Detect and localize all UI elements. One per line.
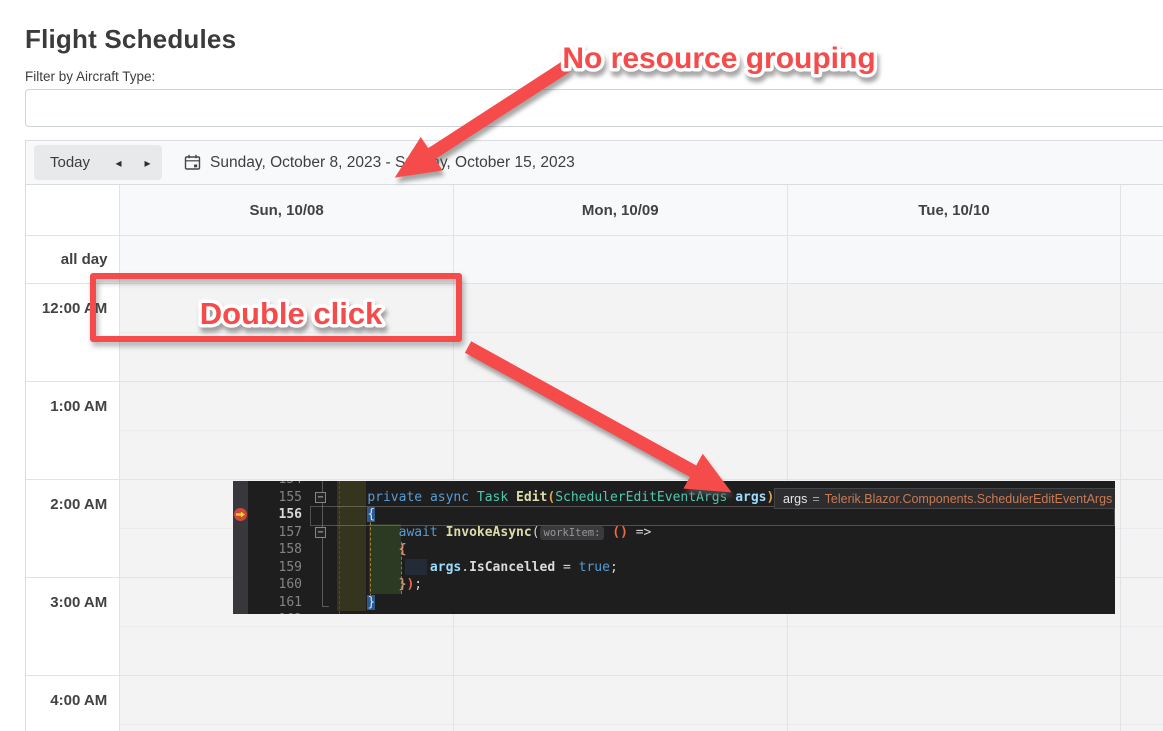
filter-label: Filter by Aircraft Type: <box>25 69 156 84</box>
page: { "page": { "title": "Flight Schedules" … <box>0 0 1163 731</box>
line-number: 159 <box>278 559 302 575</box>
scheduler-cell[interactable] <box>452 382 787 479</box>
code-text: { <box>398 542 407 557</box>
code-line: 157 − await InvokeAsync(workItem: () => <box>233 524 1115 542</box>
day-header-sun: Sun, 10/08 <box>119 185 453 235</box>
code-editor-screenshot: 154155 − private async Task Edit(Schedule… <box>233 481 1115 614</box>
scheduler-toolbar: Today ◂ ▸ Sunday, October 8, 2023 - Sund… <box>26 141 1163 185</box>
hour-row: 1:00 AM <box>26 381 1163 479</box>
debug-data-tooltip: args = Telerik.Blazor.Components.Scheduler… <box>774 488 1115 509</box>
code-line: 158 { <box>233 541 1115 559</box>
navigation-button-group: Today ◂ ▸ <box>34 145 163 180</box>
annotation-rectangle <box>90 273 462 342</box>
code-line: 162 <box>233 611 1115 614</box>
tooltip-variable: args <box>783 491 808 506</box>
scheduler-header-row: Sun, 10/08 Mon, 10/09 Tue, 10/10 <box>26 185 1163 236</box>
tooltip-operator: = <box>812 491 820 506</box>
collapse-icon: − <box>315 491 326 503</box>
line-number: 162 <box>248 611 302 614</box>
code-text: private async Task Edit(SchedulerEditEve… <box>367 489 775 505</box>
scheduler-cell[interactable] <box>119 676 453 731</box>
breakpoint-current-statement-icon <box>233 507 248 527</box>
scheduler-cell[interactable] <box>786 284 1121 381</box>
code-line: 159 args.IsCancelled = true; <box>233 559 1115 577</box>
line-number: 160 <box>278 577 302 592</box>
breakpoint-gutter <box>233 481 248 614</box>
collapse-icon: − <box>315 526 326 538</box>
code-text: args.IsCancelled = true; <box>429 559 618 575</box>
day-header-tue: Tue, 10/10 <box>786 185 1121 235</box>
chevron-left-icon: ◂ <box>115 155 122 170</box>
scheduler-cell[interactable] <box>1120 480 1163 577</box>
time-label: 1:00 AM <box>50 398 108 415</box>
page-title: Flight Schedules <box>25 24 237 54</box>
next-button[interactable]: ▸ <box>133 145 162 180</box>
code-text: }); <box>398 577 423 592</box>
scheduler-cell[interactable] <box>786 676 1121 731</box>
scheduler-cell[interactable] <box>786 236 1121 283</box>
scheduler-cell[interactable] <box>786 382 1121 479</box>
scheduler-cell[interactable] <box>1120 578 1163 675</box>
line-number: 157 <box>278 524 302 540</box>
time-label: 2:00 AM <box>50 496 108 513</box>
code-line: 161 } <box>233 594 1115 612</box>
line-number: 161 <box>278 594 302 610</box>
today-button[interactable]: Today <box>34 154 104 171</box>
code-text: { <box>367 507 376 522</box>
scheduler-cell[interactable] <box>1120 382 1163 479</box>
scheduler-cell[interactable] <box>453 236 787 283</box>
scheduler-cell[interactable] <box>1120 236 1163 283</box>
chevron-right-icon: ▸ <box>144 155 151 170</box>
scheduler: Today ◂ ▸ Sunday, October 8, 2023 - Sund… <box>25 140 1163 731</box>
scheduler-cell[interactable] <box>452 676 787 731</box>
scheduler-cell[interactable] <box>452 284 787 381</box>
prev-button[interactable]: ◂ <box>104 145 133 180</box>
scheduler-cell[interactable] <box>1120 676 1163 731</box>
code-text: } <box>367 594 376 610</box>
calendar-icon <box>184 154 201 171</box>
day-header-next <box>1120 185 1163 235</box>
line-number: 158 <box>278 542 302 557</box>
code-line: 160 }); <box>233 576 1115 594</box>
annotation-text-grouping: No resource grouping <box>562 42 875 75</box>
line-number: 154 <box>248 481 302 489</box>
code-text: await InvokeAsync(workItem: () => <box>398 524 652 540</box>
line-number: 155 <box>278 489 302 505</box>
date-range-label: Sunday, October 8, 2023 - Sunday, Octobe… <box>210 153 575 171</box>
tooltip-value: Telerik.Blazor.Components.SchedulerEditE… <box>824 491 1113 506</box>
line-number: 156 <box>278 507 302 522</box>
scheduler-corner-cell <box>26 185 120 235</box>
aircraft-type-filter-input[interactable] <box>25 89 1163 127</box>
hour-row: 4:00 AM <box>26 675 1163 731</box>
time-label: 4:00 AM <box>50 692 108 709</box>
scheduler-cell[interactable] <box>119 382 453 479</box>
day-header-mon: Mon, 10/09 <box>452 185 787 235</box>
scheduler-cell[interactable] <box>1120 284 1163 381</box>
time-label: 3:00 AM <box>50 594 108 611</box>
